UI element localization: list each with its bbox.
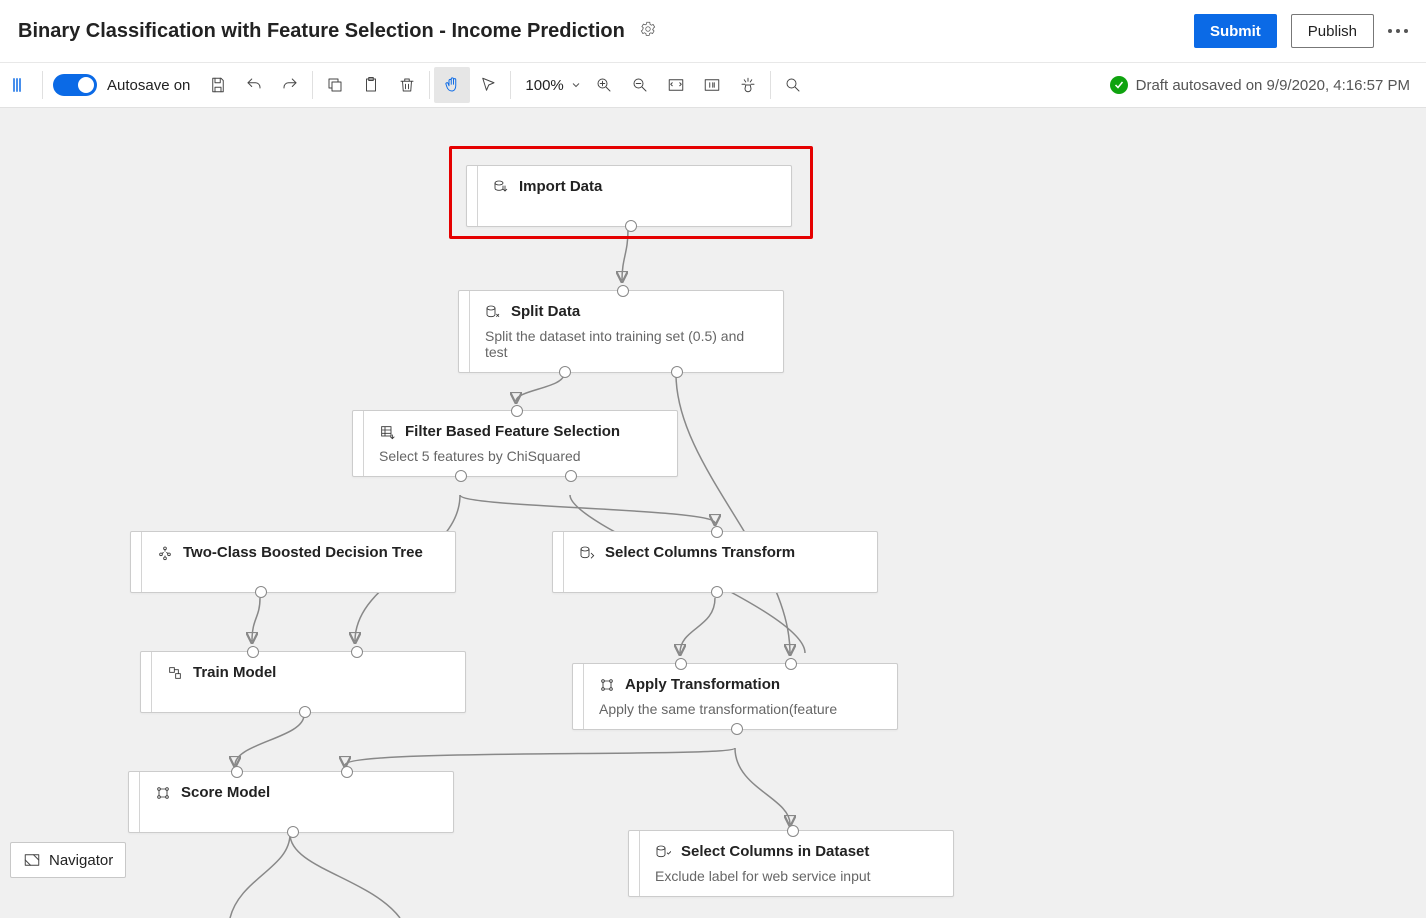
database-split-icon — [485, 304, 501, 320]
pan-hand-icon[interactable] — [434, 67, 470, 103]
port-out[interactable] — [711, 586, 723, 598]
node-select-columns-dataset[interactable]: Select Columns in Dataset Exclude label … — [628, 830, 954, 897]
port-in[interactable] — [617, 285, 629, 297]
port-out-1[interactable] — [559, 366, 571, 378]
node-train-model[interactable]: Train Model — [140, 651, 466, 713]
node-filter-feature-selection[interactable]: Filter Based Feature Selection Select 5 … — [352, 410, 678, 477]
port-out[interactable] — [255, 586, 267, 598]
actual-size-icon[interactable] — [694, 67, 730, 103]
pipeline-canvas[interactable]: Import Data Split Data Split the dataset… — [0, 108, 1426, 918]
port-out[interactable] — [299, 706, 311, 718]
navigator-button[interactable]: Navigator — [10, 842, 126, 878]
check-circle-icon — [1110, 76, 1128, 94]
node-boosted-decision-tree[interactable]: Two-Class Boosted Decision Tree — [130, 531, 456, 593]
save-icon[interactable] — [200, 67, 236, 103]
toolbar: Autosave on 100% Draft autosaved on 9/9/… — [0, 62, 1426, 108]
port-out[interactable] — [731, 723, 743, 735]
copy-icon[interactable] — [317, 67, 353, 103]
columns-transform-icon — [579, 545, 595, 561]
autosave-status: Draft autosaved on 9/9/2020, 4:16:57 PM — [1110, 76, 1410, 94]
port-in-2[interactable] — [351, 646, 363, 658]
asset-panel-toggle-icon[interactable] — [2, 67, 38, 103]
filter-icon — [379, 424, 395, 440]
node-score-model[interactable]: Score Model — [128, 771, 454, 833]
port-in-2[interactable] — [341, 766, 353, 778]
settings-gear-icon[interactable] — [639, 20, 657, 43]
port-out-2[interactable] — [565, 470, 577, 482]
delete-icon[interactable] — [389, 67, 425, 103]
chevron-down-icon — [570, 79, 582, 91]
zoom-out-icon[interactable] — [622, 67, 658, 103]
zoom-in-icon[interactable] — [586, 67, 622, 103]
submit-button[interactable]: Submit — [1194, 14, 1277, 48]
database-import-icon — [493, 179, 509, 195]
import-data-highlight: Import Data — [449, 146, 813, 239]
undo-icon[interactable] — [236, 67, 272, 103]
search-icon[interactable] — [775, 67, 811, 103]
autosave-label: Autosave on — [107, 77, 190, 94]
tree-icon — [157, 545, 173, 561]
node-select-columns-transform[interactable]: Select Columns Transform — [552, 531, 878, 593]
apply-transform-icon — [599, 677, 615, 693]
port-out-2[interactable] — [671, 366, 683, 378]
node-split-data[interactable]: Split Data Split the dataset into traini… — [458, 290, 784, 373]
autorun-icon[interactable] — [730, 67, 766, 103]
port-in[interactable] — [511, 405, 523, 417]
port-in-1[interactable] — [231, 766, 243, 778]
score-model-icon — [155, 785, 171, 801]
zoom-level[interactable]: 100% — [525, 77, 581, 94]
port-out[interactable] — [287, 826, 299, 838]
fit-screen-icon[interactable] — [658, 67, 694, 103]
train-model-icon — [167, 665, 183, 681]
port-in-2[interactable] — [785, 658, 797, 670]
more-menu-icon[interactable] — [1388, 29, 1408, 33]
port-in[interactable] — [787, 825, 799, 837]
port-out-1[interactable] — [455, 470, 467, 482]
autosave-toggle[interactable] — [53, 74, 97, 96]
paste-icon[interactable] — [353, 67, 389, 103]
node-apply-transformation[interactable]: Apply Transformation Apply the same tran… — [572, 663, 898, 730]
port-in-1[interactable] — [247, 646, 259, 658]
select-columns-icon — [655, 844, 671, 860]
header-bar: Binary Classification with Feature Selec… — [0, 0, 1426, 62]
redo-icon[interactable] — [272, 67, 308, 103]
port-in-1[interactable] — [675, 658, 687, 670]
node-import-data[interactable]: Import Data — [466, 165, 792, 227]
cursor-select-icon[interactable] — [470, 67, 506, 103]
port-out[interactable] — [625, 220, 637, 232]
page-title: Binary Classification with Feature Selec… — [18, 20, 625, 43]
navigator-icon — [23, 851, 41, 869]
port-in[interactable] — [711, 526, 723, 538]
publish-button[interactable]: Publish — [1291, 14, 1374, 48]
